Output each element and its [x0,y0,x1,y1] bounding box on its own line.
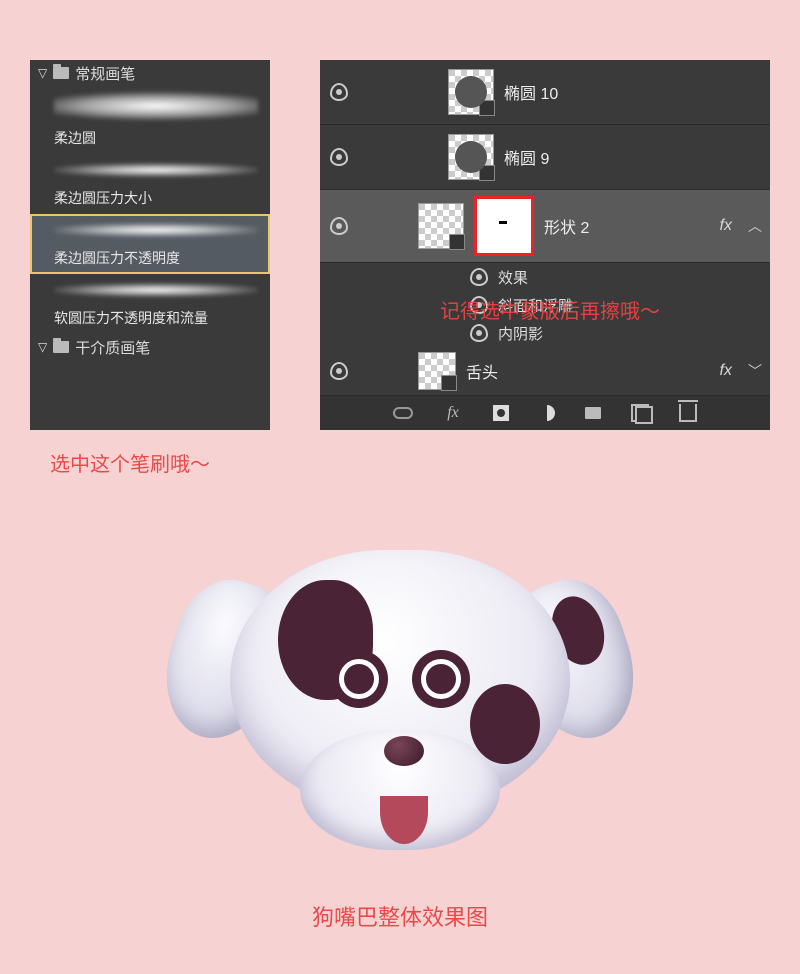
layer-row[interactable]: 椭圆 10 [320,60,770,125]
layer-name[interactable]: 舌头 [466,359,710,383]
layer-thumbnail[interactable] [448,134,494,180]
brush-stroke-preview [54,156,258,184]
folder-icon [53,341,69,353]
chevron-down-icon[interactable]: ﹀ [748,361,762,381]
brush-presets-panel: ▽ 常规画笔 柔边圆 柔边圆压力大小 柔边圆压力不透明度 软圆压力不透明度和流量… [30,60,270,430]
layer-name[interactable]: 椭圆 9 [504,145,770,169]
brush-group-row[interactable]: ▽ 常规画笔 [30,60,270,86]
adjustment-layer-icon[interactable] [539,405,555,421]
mask-annotation: 记得选中蒙版后再擦哦～ [440,295,660,324]
fx-badge[interactable]: fx [720,362,732,380]
brush-label: 柔边圆 [54,128,258,148]
dog-eye-left [330,650,388,708]
brush-preset[interactable]: 软圆压力不透明度和流量 [30,274,270,334]
link-layers-icon[interactable] [393,403,413,423]
brush-caption: 选中这个笔刷哦～ [50,448,210,477]
layer-thumbnail[interactable] [418,203,464,249]
eye-highlight [339,659,379,699]
layer-thumbnail[interactable] [418,352,456,390]
brush-label: 柔边圆压力大小 [54,188,258,208]
visibility-eye-icon[interactable] [330,217,348,235]
brush-stroke-preview [54,216,258,244]
dog-nose [384,736,424,766]
folder-icon [53,67,69,79]
layer-thumbnail[interactable] [448,69,494,115]
layer-mask-thumbnail[interactable] [474,196,534,256]
brush-preset-selected[interactable]: 柔边圆压力不透明度 [30,214,270,274]
effects-label: 效果 [498,267,528,288]
dog-eye-right [412,650,470,708]
dog-muzzle [300,730,500,850]
brush-group-row[interactable]: ▽ 干介质画笔 [30,334,270,360]
layer-name[interactable]: 形状 2 [544,214,710,238]
brush-label: 柔边圆压力不透明度 [54,248,258,268]
fx-icon[interactable]: fx [443,403,463,423]
layer-row[interactable]: 舌头 fx ﹀ [320,347,770,396]
layers-panel: 椭圆 10 椭圆 9 形状 2 fx ︿ 效果 斜面和浮雕 内阴影 [320,60,770,430]
brush-group-label: 干介质画笔 [75,337,150,358]
chevron-down-icon: ▽ [38,66,47,80]
chevron-down-icon: ▽ [38,340,47,354]
new-group-icon[interactable] [585,407,601,419]
visibility-eye-icon[interactable] [330,148,348,166]
effects-header[interactable]: 效果 [320,263,770,291]
layer-row-selected[interactable]: 形状 2 fx ︿ [320,190,770,263]
brush-preset[interactable]: 柔边圆 [30,86,270,154]
brush-group-label: 常规画笔 [75,63,135,84]
brush-stroke-preview [54,88,258,124]
effect-name: 内阴影 [498,323,543,344]
dog-caption: 狗嘴巴整体效果图 [0,900,800,932]
brush-preset[interactable]: 柔边圆压力大小 [30,154,270,214]
dog-tongue [380,796,428,844]
fx-badge[interactable]: fx [720,217,732,235]
new-layer-icon[interactable] [631,404,649,422]
eye-highlight [421,659,461,699]
visibility-eye-icon[interactable] [470,268,488,286]
visibility-eye-icon[interactable] [470,324,488,342]
add-mask-icon[interactable] [493,405,509,421]
layer-row[interactable]: 椭圆 9 [320,125,770,190]
trash-icon[interactable] [679,404,697,422]
layer-name[interactable]: 椭圆 10 [504,80,770,104]
layers-toolbar: fx [320,396,770,430]
chevron-up-icon[interactable]: ︿ [748,216,762,236]
layer-list: 椭圆 10 椭圆 9 形状 2 fx ︿ 效果 斜面和浮雕 内阴影 [320,60,770,396]
brush-stroke-preview [54,276,258,304]
dog-result-preview [180,540,620,880]
brush-label: 软圆压力不透明度和流量 [54,308,258,328]
visibility-eye-icon[interactable] [330,362,348,380]
visibility-eye-icon[interactable] [330,83,348,101]
